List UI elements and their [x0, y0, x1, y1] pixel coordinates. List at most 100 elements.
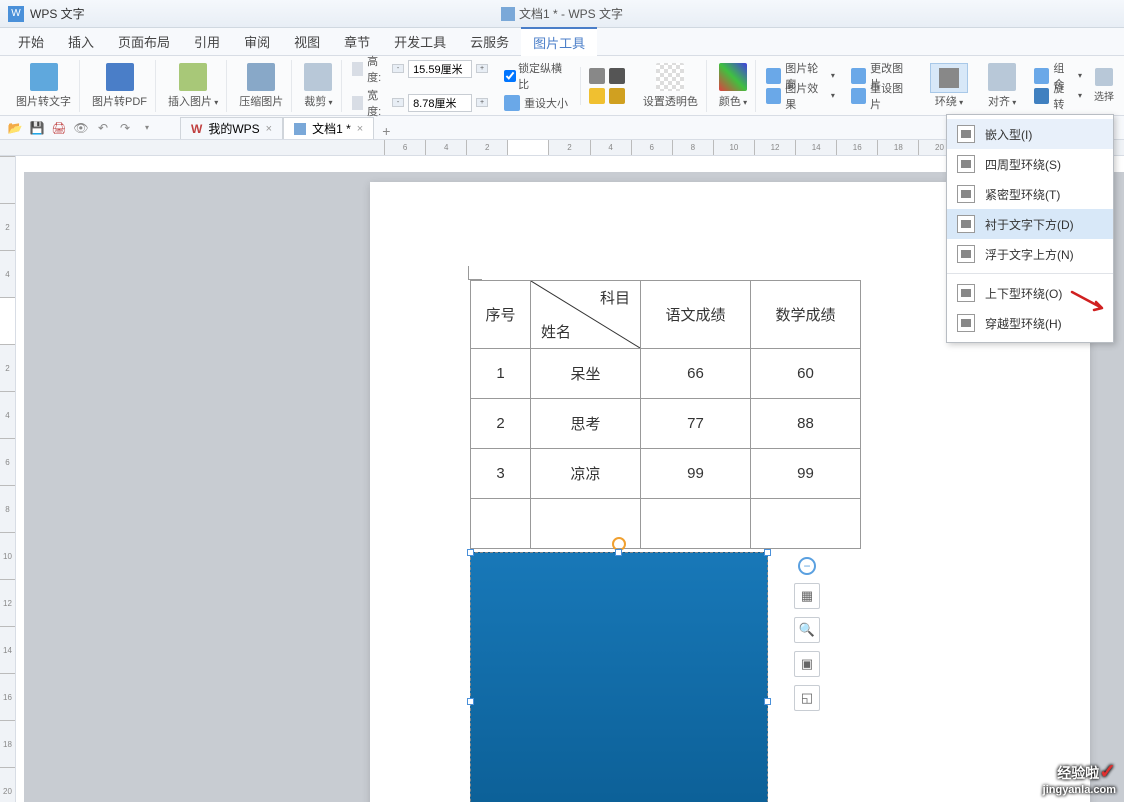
- pic-to-pdf-button[interactable]: 图片转PDF: [84, 60, 156, 112]
- transparent-button[interactable]: 设置透明色: [635, 60, 707, 112]
- lock-ratio-label: 锁定纵横比: [518, 60, 570, 92]
- cell-math: 60: [751, 349, 861, 399]
- qb-redo-icon[interactable]: ↷: [116, 119, 134, 137]
- menu-review[interactable]: 审阅: [232, 28, 282, 55]
- tab-add-button[interactable]: +: [374, 123, 398, 139]
- diagonal-header: 科目 姓名: [531, 281, 641, 349]
- ruler-tick: 6: [384, 140, 425, 155]
- wrap-option-tight[interactable]: 紧密型环绕(T): [947, 179, 1113, 209]
- change-pic-icon: [851, 68, 866, 84]
- color-button[interactable]: 颜色: [711, 60, 756, 112]
- menu-view[interactable]: 视图: [282, 28, 332, 55]
- cell-seq: 3: [471, 449, 531, 499]
- image-float-toolbar: − ▦ 🔍 ▣ ◱: [794, 557, 820, 711]
- resize-handle-t[interactable]: [615, 549, 622, 556]
- effect-button[interactable]: 图片效果▾: [766, 87, 835, 105]
- wrap-icon: [939, 68, 959, 88]
- lock-ratio-checkbox[interactable]: 锁定纵横比: [504, 60, 570, 92]
- float-zoom-button[interactable]: 🔍: [794, 617, 820, 643]
- ruler-v-tick: 14: [0, 626, 15, 673]
- qb-more-icon[interactable]: ▾: [138, 119, 156, 137]
- square-icon: [957, 155, 975, 173]
- image-artwork: [471, 791, 767, 802]
- resize-handle-tr[interactable]: [764, 549, 771, 556]
- select-button[interactable]: 选择: [1092, 60, 1116, 112]
- wrap-option-square[interactable]: 四周型环绕(S): [947, 149, 1113, 179]
- contrast-icon[interactable]: [589, 68, 605, 84]
- cell-name: 呆坐: [531, 349, 641, 399]
- cell-empty: [751, 499, 861, 549]
- height-icon: [352, 62, 364, 76]
- height-dec[interactable]: -: [392, 64, 404, 73]
- rotate-label: 旋转: [1053, 80, 1074, 112]
- wrap-option-inline[interactable]: 嵌入型(I): [947, 119, 1113, 149]
- wrap-option-through[interactable]: 穿越型环绕(H): [947, 308, 1113, 338]
- rotate-button[interactable]: 旋转▾: [1034, 87, 1082, 105]
- wrap-option-behind[interactable]: 衬于文字下方(D): [947, 209, 1113, 239]
- height-inc[interactable]: +: [476, 64, 488, 73]
- wrap-option-front[interactable]: 浮于文字上方(N): [947, 239, 1113, 269]
- tab-doc1[interactable]: 文档1 * ×: [283, 117, 374, 139]
- menu-start[interactable]: 开始: [6, 28, 56, 55]
- app-icon: W: [8, 6, 24, 22]
- brightness2-icon[interactable]: [609, 88, 625, 104]
- ruler-tick: 12: [754, 140, 795, 155]
- check-icon: ✓: [1099, 761, 1116, 783]
- select-label: 选择: [1094, 88, 1114, 103]
- reset-size-button[interactable]: 重设大小: [504, 94, 570, 112]
- wrap-button[interactable]: 环绕: [922, 60, 976, 112]
- tab-my-wps[interactable]: W 我的WPS ×: [180, 117, 283, 139]
- qb-preview-icon[interactable]: 👁: [72, 119, 90, 137]
- menu-chapter[interactable]: 章节: [332, 28, 382, 55]
- inserted-image[interactable]: [470, 552, 768, 802]
- height-input[interactable]: [408, 60, 472, 78]
- compress-label: 压缩图片: [239, 93, 283, 109]
- menu-picture-tools[interactable]: 图片工具: [521, 27, 597, 56]
- crop-button[interactable]: 裁剪: [296, 60, 341, 112]
- menu-layout[interactable]: 页面布局: [106, 28, 182, 55]
- width-input[interactable]: [408, 94, 472, 112]
- float-wrap-button[interactable]: ▦: [794, 583, 820, 609]
- collapse-toolbar-button[interactable]: −: [798, 557, 816, 575]
- ruler-vertical[interactable]: 2 4 2 4 6 8 10 12 14 16 18 20 22 24 26 2…: [0, 156, 16, 802]
- align-icon: [988, 63, 1016, 91]
- effect-label: 图片效果: [785, 80, 827, 112]
- tight-icon: [957, 185, 975, 203]
- resize-handle-r[interactable]: [764, 698, 771, 705]
- ruler-tick: 10: [713, 140, 754, 155]
- reset-pic-button[interactable]: 重设图片: [851, 87, 912, 105]
- menu-cloud[interactable]: 云服务: [458, 28, 521, 55]
- tab-doc1-close[interactable]: ×: [357, 123, 363, 135]
- menu-insert[interactable]: 插入: [56, 28, 106, 55]
- align-button[interactable]: 对齐: [980, 60, 1024, 112]
- compress-button[interactable]: 压缩图片: [231, 60, 292, 112]
- float-reset-button[interactable]: ◱: [794, 685, 820, 711]
- tab-my-wps-close[interactable]: ×: [266, 123, 272, 135]
- brightness-icon[interactable]: [589, 88, 605, 104]
- lock-ratio-input[interactable]: [504, 70, 516, 82]
- crop-icon: [304, 63, 332, 91]
- pic-to-text-button[interactable]: 图片转文字: [8, 60, 80, 112]
- qb-save-icon[interactable]: 💾: [28, 119, 46, 137]
- ruler-v-tick: 2: [0, 203, 15, 250]
- insert-pic-button[interactable]: 插入图片: [160, 60, 227, 112]
- width-dec[interactable]: -: [392, 98, 404, 107]
- qb-print-icon[interactable]: 🖨: [50, 119, 68, 137]
- contrast2-icon[interactable]: [609, 68, 625, 84]
- resize-handle-l[interactable]: [467, 698, 474, 705]
- qb-undo-icon[interactable]: ↶: [94, 119, 112, 137]
- resize-handle-tl[interactable]: [467, 549, 474, 556]
- float-crop-button[interactable]: ▣: [794, 651, 820, 677]
- cell-seq: 2: [471, 399, 531, 449]
- group-rotate-stack: 组合▾ 旋转▾: [1028, 67, 1088, 105]
- wrap-option-label: 四周型环绕(S): [985, 156, 1061, 173]
- inline-icon: [957, 125, 975, 143]
- menu-reference[interactable]: 引用: [182, 28, 232, 55]
- behind-icon: [957, 215, 975, 233]
- width-inc[interactable]: +: [476, 98, 488, 107]
- qb-open-icon[interactable]: 📂: [6, 119, 24, 137]
- score-table[interactable]: 序号 科目 姓名 语文成绩 数学成绩 1 呆坐 66 60 2 思考 77 88: [470, 280, 861, 549]
- menu-dev[interactable]: 开发工具: [382, 28, 458, 55]
- wrap-option-topbottom[interactable]: 上下型环绕(O): [947, 278, 1113, 308]
- menu-separator: [947, 273, 1113, 274]
